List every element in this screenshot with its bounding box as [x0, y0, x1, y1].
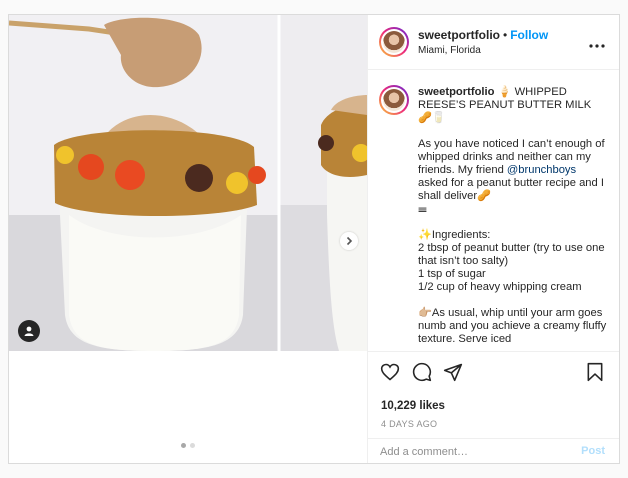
caption-area: sweetportfolio 🍦 WHIPPED REESE’S PEANUT … — [368, 71, 619, 351]
post-media[interactable] — [9, 15, 367, 351]
caption-username-link[interactable]: sweetportfolio — [418, 86, 494, 98]
follow-button[interactable]: Follow — [510, 28, 548, 42]
header-username-row: sweetportfolio • Follow — [418, 28, 548, 42]
post-comment-button[interactable]: Post — [581, 445, 605, 457]
user-tag-button[interactable] — [18, 320, 40, 342]
separator: • — [503, 28, 508, 42]
save-button[interactable] — [585, 362, 607, 384]
post-actions: 10,229 likes 4 DAYS AGO Post — [368, 351, 619, 465]
location-link[interactable]: Miami, Florida — [418, 45, 481, 56]
comment-icon — [412, 362, 432, 382]
post-sidebar: sweetportfolio • Follow Miami, Florida swe… — [367, 15, 619, 465]
caption-text: sweetportfolio 🍦 WHIPPED REESE’S PEANUT … — [418, 86, 608, 346]
avatar[interactable] — [379, 85, 409, 115]
carousel-dot — [190, 443, 195, 448]
share-icon — [443, 363, 463, 382]
username-link[interactable]: sweetportfolio — [418, 28, 500, 42]
share-button[interactable] — [443, 362, 465, 384]
like-button[interactable] — [380, 362, 402, 384]
carousel-dot — [181, 443, 186, 448]
comment-button[interactable] — [412, 362, 434, 384]
mention-link[interactable]: @brunchboys — [507, 164, 576, 176]
post-date[interactable]: 4 DAYS AGO — [381, 419, 437, 429]
more-options-button[interactable] — [589, 35, 605, 51]
chevron-right-icon — [346, 236, 353, 246]
post-card: sweetportfolio • Follow Miami, Florida swe… — [8, 14, 620, 465]
save-icon — [587, 362, 603, 382]
user-tag-icon — [24, 326, 34, 336]
likes-count[interactable]: 10,229 likes — [381, 400, 445, 412]
comment-input[interactable] — [380, 439, 560, 465]
caption-body: 🍦 WHIPPED REESE’S PEANUT BUTTER MILK 🥜🥛 … — [418, 86, 605, 176]
more-icon — [589, 44, 605, 48]
comment-bar: Post — [368, 438, 619, 465]
avatar[interactable] — [379, 27, 409, 57]
caption-body-continued: asked for a peanut butter recipe and I s… — [418, 177, 607, 345]
post-photo — [9, 15, 367, 351]
heart-icon — [380, 363, 400, 381]
post-header: sweetportfolio • Follow Miami, Florida — [368, 15, 619, 70]
carousel-indicator — [9, 443, 367, 448]
next-slide-button[interactable] — [340, 232, 358, 250]
